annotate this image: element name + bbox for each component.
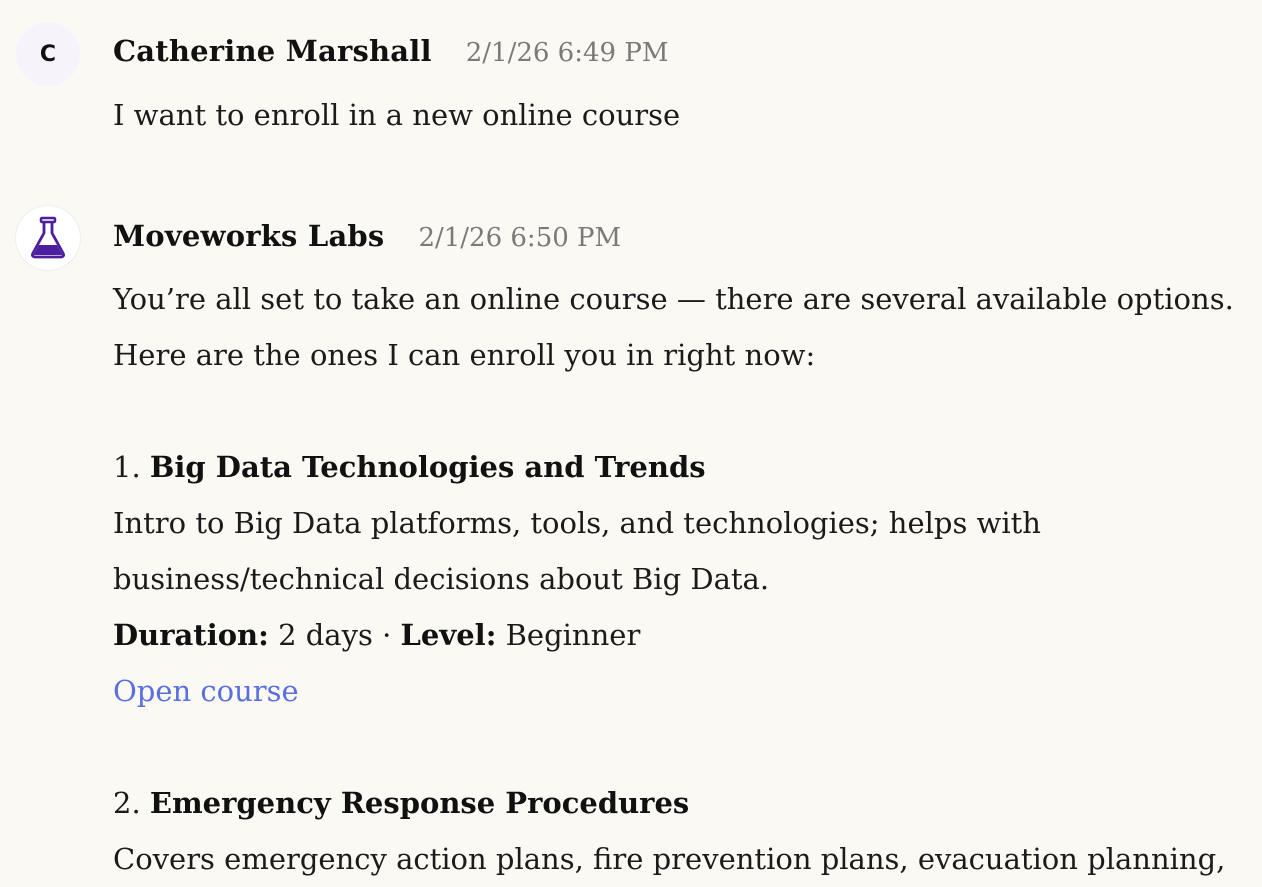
- course-title-row: 2. Emergency Response Procedures: [113, 775, 689, 831]
- course-title: Big Data Technologies and Trends: [149, 450, 706, 484]
- sender-name[interactable]: Catherine Marshall: [113, 34, 432, 68]
- meta-separator: ·: [382, 618, 392, 652]
- user-avatar[interactable]: C: [16, 22, 80, 86]
- message-text: I want to enroll in a new online course: [113, 98, 681, 132]
- flask-icon: [31, 216, 65, 259]
- course-meta: Duration: 2 days · Level: Beginner: [113, 607, 640, 663]
- level-label: Level:: [400, 618, 497, 652]
- duration-value: 2 days: [278, 618, 373, 652]
- course-number: 1.: [113, 450, 141, 484]
- course-description-line-1: Covers emergency action plans, fire prev…: [113, 842, 1226, 876]
- open-course-row: Open course: [113, 663, 299, 719]
- sender-name[interactable]: Moveworks Labs: [113, 219, 384, 253]
- course-title: Emergency Response Procedures: [149, 786, 690, 820]
- intro-text-line-1: You’re all set to take an online course …: [113, 282, 1234, 316]
- avatar-letter: C: [39, 41, 57, 67]
- bot-avatar[interactable]: [16, 206, 80, 270]
- duration-label: Duration:: [113, 618, 269, 652]
- course-title-row: 1. Big Data Technologies and Trends: [113, 439, 706, 495]
- level-value: Beginner: [505, 618, 641, 652]
- open-course-link[interactable]: Open course: [113, 674, 299, 708]
- message-timestamp: 2/1/26 6:50 PM: [418, 223, 622, 253]
- message-header: Moveworks Labs 2/1/26 6:50 PM: [113, 219, 621, 253]
- message-header: Catherine Marshall 2/1/26 6:49 PM: [113, 34, 668, 68]
- course-number: 2.: [113, 786, 141, 820]
- course-description-line-2: business/technical decisions about Big D…: [113, 562, 770, 596]
- intro-text-line-2: Here are the ones I can enroll you in ri…: [113, 338, 816, 372]
- message-timestamp: 2/1/26 6:49 PM: [465, 38, 669, 68]
- course-description-line-1: Intro to Big Data platforms, tools, and …: [113, 506, 1041, 540]
